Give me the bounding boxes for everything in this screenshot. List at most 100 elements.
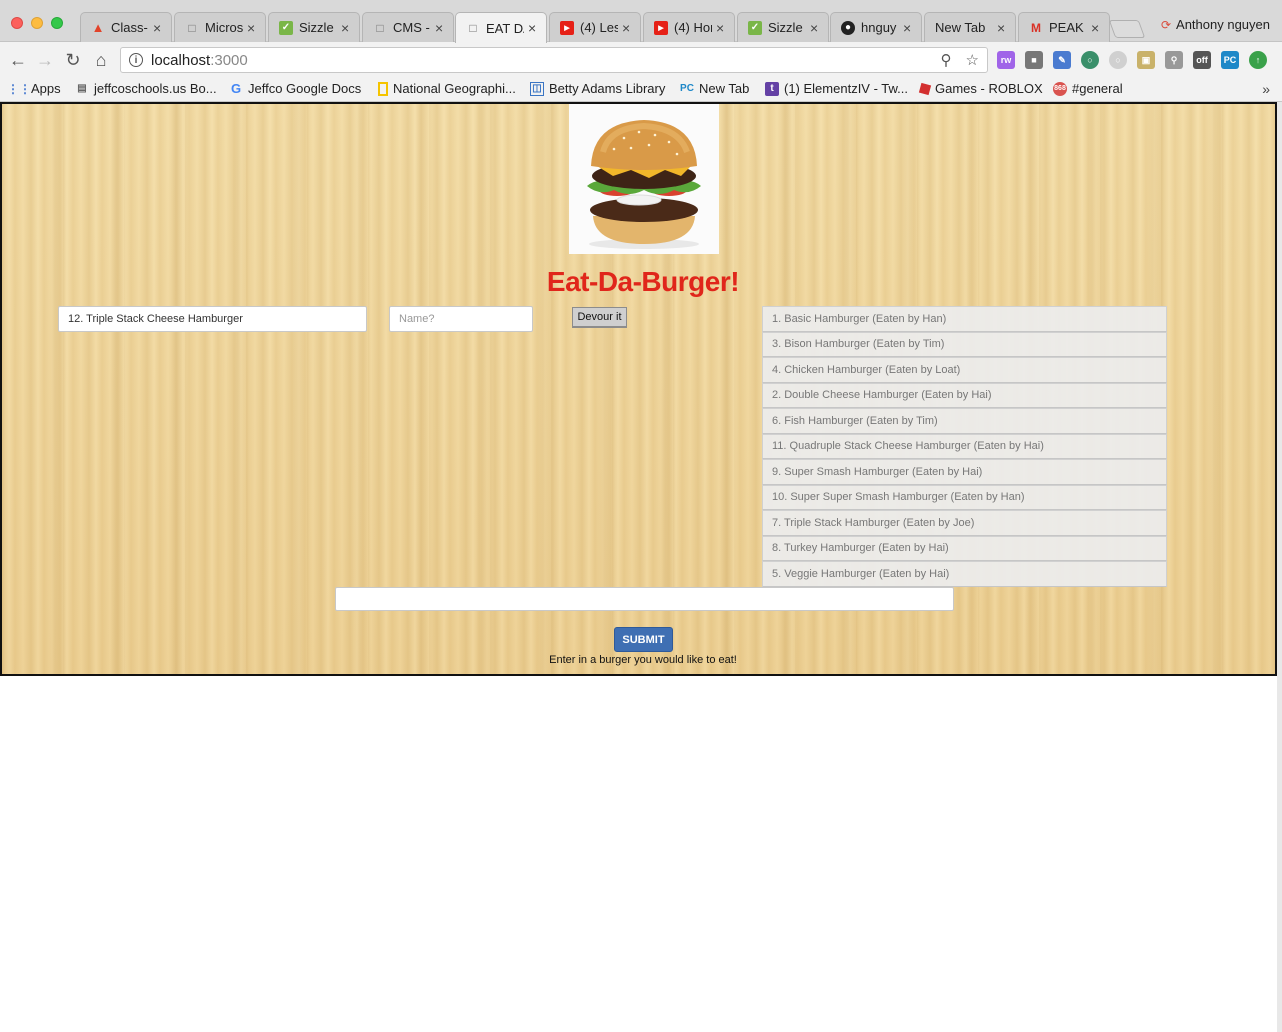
- close-tab-icon[interactable]: ×: [247, 20, 259, 36]
- devour-button[interactable]: Devour it: [572, 307, 627, 328]
- bookmark-google-docs[interactable]: G Jeffco Google Docs: [229, 81, 361, 96]
- helper-text: Enter in a burger you would like to eat!: [549, 654, 737, 666]
- url-port: :3000: [210, 51, 248, 69]
- tab-title: New Tab: [935, 20, 986, 35]
- forward-arrow-icon[interactable]: →: [35, 50, 55, 70]
- browser-tab[interactable]: ✓ Sizzle ×: [268, 12, 360, 42]
- close-tab-icon[interactable]: ×: [997, 20, 1009, 36]
- bookmark-folder[interactable]: ▤ jeffcoschools.us Bo...: [75, 81, 217, 96]
- page-viewport: Eat-Da-Burger! 12. Triple Stack Cheese H…: [0, 102, 1277, 676]
- browser-tab[interactable]: ▶ (4) Hor ×: [643, 12, 735, 42]
- bookmark-label: Apps: [31, 81, 61, 96]
- youtube-icon: ▶: [654, 20, 668, 35]
- shield-icon: ✓: [279, 20, 293, 35]
- close-window-button[interactable]: [11, 17, 23, 29]
- extension-square-icon[interactable]: ■: [1025, 51, 1043, 69]
- close-tab-icon[interactable]: ×: [716, 20, 728, 36]
- pc-icon: PC: [680, 83, 694, 94]
- bookmark-apps[interactable]: ⋮⋮ Apps: [7, 81, 61, 96]
- bookmark-natgeo[interactable]: National Geographi...: [378, 81, 516, 96]
- minimize-window-button[interactable]: [31, 17, 43, 29]
- eaten-burger-item: 7. Triple Stack Hamburger (Eaten by Joe): [762, 510, 1167, 536]
- bookmark-twitch[interactable]: t (1) ElementzIV - Tw...: [765, 81, 908, 96]
- zoom-window-button[interactable]: [51, 17, 63, 29]
- browser-tab[interactable]: □ Micros ×: [174, 12, 266, 42]
- tab-title: hnguy: [861, 20, 897, 35]
- zoom-search-icon[interactable]: ⚲: [941, 51, 952, 69]
- browser-tab[interactable]: ▶ (4) Les ×: [549, 12, 641, 42]
- info-icon[interactable]: i: [129, 53, 143, 67]
- extension-magnifier-icon[interactable]: ⚲: [1165, 51, 1183, 69]
- browser-tab[interactable]: M PEAK ×: [1018, 12, 1110, 42]
- back-arrow-icon[interactable]: ←: [8, 50, 28, 70]
- close-tab-icon[interactable]: ×: [622, 20, 634, 36]
- google-icon: G: [230, 81, 242, 96]
- shield-icon: ✓: [748, 20, 762, 35]
- profile-button[interactable]: ⟳ Anthony nguyen: [1161, 17, 1270, 32]
- close-tab-icon[interactable]: ×: [341, 20, 353, 36]
- extension-update-icon[interactable]: ↑: [1249, 51, 1267, 69]
- tab-title: (4) Hor: [674, 20, 712, 35]
- roblox-icon: [918, 82, 932, 95]
- chevron-more-icon[interactable]: »: [1262, 81, 1270, 97]
- library-icon: ◫: [530, 81, 544, 96]
- tab-title: Micros: [205, 20, 243, 35]
- eaten-burger-item: 10. Super Super Smash Hamburger (Eaten b…: [762, 484, 1167, 510]
- apps-grid-icon: ⋮⋮: [7, 81, 31, 96]
- youtube-icon: ▶: [560, 20, 574, 35]
- sync-error-icon: ⟳: [1160, 17, 1172, 32]
- url-host: localhost: [151, 51, 211, 69]
- eaten-burger-item: 5. Veggie Hamburger (Eaten by Hai): [762, 561, 1167, 587]
- extension-image-icon[interactable]: ▣: [1137, 51, 1155, 69]
- home-icon[interactable]: ⌂: [91, 50, 111, 70]
- eaten-burger-item: 4. Chicken Hamburger (Eaten by Loat): [762, 357, 1167, 383]
- bookmark-star-icon[interactable]: ☆: [966, 51, 979, 69]
- close-tab-icon[interactable]: ×: [153, 20, 165, 36]
- github-icon: ●: [841, 20, 855, 35]
- browser-tab[interactable]: ✓ Sizzle ×: [737, 12, 829, 42]
- burger-select[interactable]: 12. Triple Stack Cheese Hamburger: [58, 306, 367, 332]
- bookmarks-bar: ⋮⋮ Apps ▤ jeffcoschools.us Bo... G Jeffc…: [0, 78, 1282, 102]
- extension-circle-icon[interactable]: ○: [1109, 51, 1127, 69]
- reload-icon[interactable]: ↻: [63, 50, 83, 70]
- browser-tab[interactable]: New Tab ×: [924, 12, 1016, 42]
- browser-tab-active[interactable]: □ EAT DA ×: [455, 12, 547, 43]
- eaten-burger-item: 3. Bison Hamburger (Eaten by Tim): [762, 331, 1167, 357]
- submit-button[interactable]: SUBMIT: [614, 627, 673, 652]
- natgeo-icon: [378, 81, 388, 96]
- browser-tab[interactable]: ● hnguy ×: [830, 12, 922, 42]
- name-input[interactable]: [389, 306, 533, 332]
- close-tab-icon[interactable]: ×: [810, 20, 822, 36]
- bookmark-slack[interactable]: 868 #general: [1053, 81, 1123, 96]
- extension-globe-icon[interactable]: ○: [1081, 51, 1099, 69]
- bookmark-new-tab[interactable]: PC New Tab: [680, 81, 749, 96]
- browser-tab[interactable]: □ CMS - ×: [362, 12, 454, 42]
- folder-icon: ▤: [77, 83, 87, 94]
- extension-pc-icon[interactable]: PC: [1221, 51, 1239, 69]
- new-tab-button[interactable]: [1108, 20, 1146, 38]
- gitlab-icon: ▲: [91, 20, 105, 35]
- tab-title: Sizzle: [768, 20, 803, 35]
- extension-off-icon[interactable]: off: [1193, 51, 1211, 69]
- address-bar[interactable]: i localhost:3000 ⚲ ☆: [120, 47, 988, 73]
- browser-tab[interactable]: ▲ Class- ×: [80, 12, 172, 42]
- bookmark-label: Betty Adams Library: [549, 81, 666, 96]
- close-tab-icon[interactable]: ×: [903, 20, 915, 36]
- bookmark-roblox[interactable]: Games - ROBLOX: [918, 81, 1043, 96]
- eaten-burger-item: 8. Turkey Hamburger (Eaten by Hai): [762, 535, 1167, 561]
- close-tab-icon[interactable]: ×: [1091, 20, 1103, 36]
- eaten-burger-item: 6. Fish Hamburger (Eaten by Tim): [762, 408, 1167, 434]
- new-burger-input[interactable]: [335, 587, 954, 611]
- bookmark-label: National Geographi...: [393, 81, 516, 96]
- desktop-edge: [1277, 102, 1282, 1032]
- tab-title: Class-: [111, 20, 148, 35]
- extension-puzzle-icon[interactable]: rw: [997, 51, 1015, 69]
- bookmark-library[interactable]: ◫ Betty Adams Library: [530, 81, 665, 96]
- bookmark-label: jeffcoschools.us Bo...: [94, 81, 217, 96]
- close-tab-icon[interactable]: ×: [528, 20, 540, 36]
- extension-eyedropper-icon[interactable]: ✎: [1053, 51, 1071, 69]
- page-icon: □: [376, 20, 384, 35]
- close-tab-icon[interactable]: ×: [435, 20, 447, 36]
- browser-tabstrip: ▲ Class- × □ Micros × ✓ Sizzle × □ CMS -…: [0, 0, 1282, 43]
- burger-image: [569, 104, 719, 254]
